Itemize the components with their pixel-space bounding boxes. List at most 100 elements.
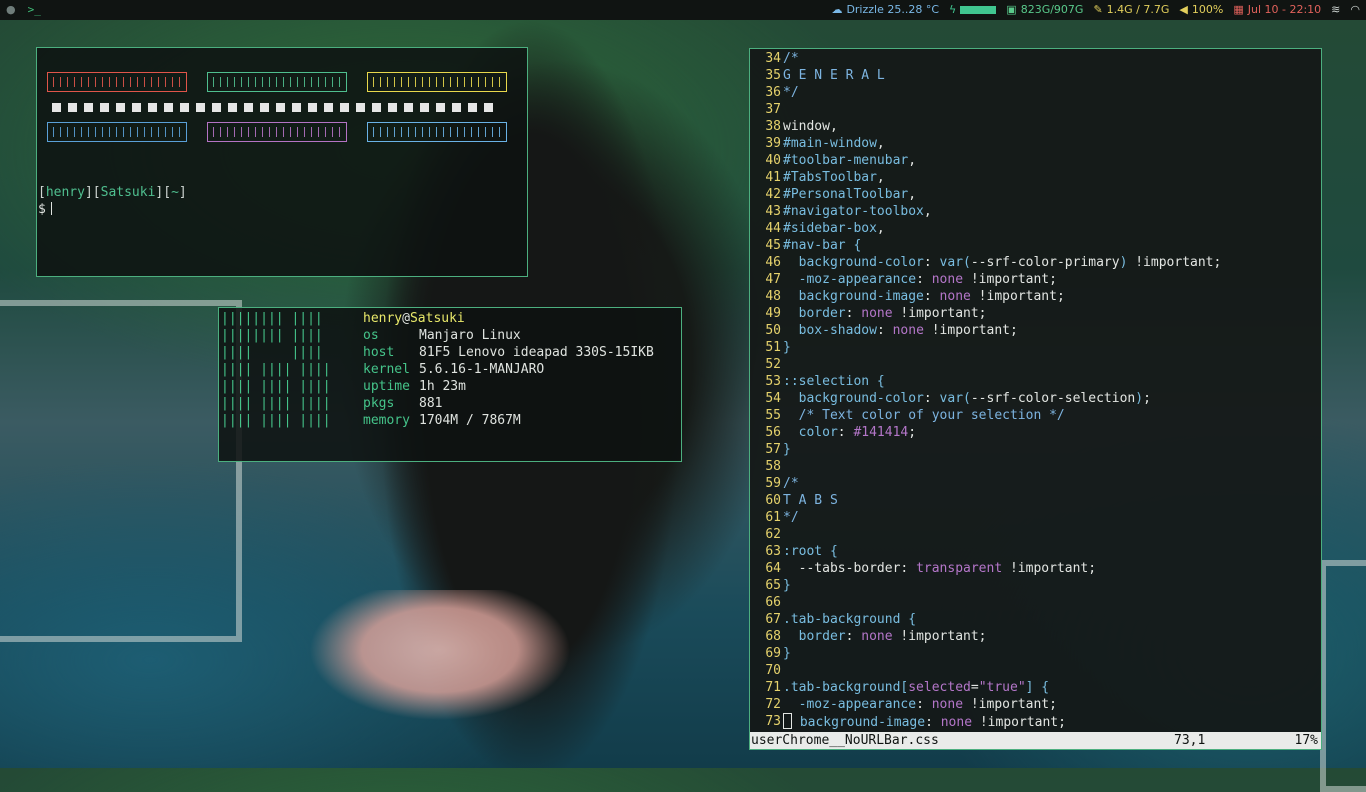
code-line[interactable]: 61 */: [751, 509, 1320, 526]
code-line[interactable]: 63:root {: [751, 543, 1320, 560]
line-number: 41: [765, 170, 781, 185]
code-line[interactable]: 52: [751, 356, 1320, 373]
code-line[interactable]: 36 */: [751, 84, 1320, 101]
wifi-icon[interactable]: ◠: [1350, 3, 1360, 16]
code-line[interactable]: 48 background-image: none !important;: [751, 288, 1320, 305]
code-line[interactable]: 73 background-image: none !important;: [751, 713, 1320, 731]
shell-prompt[interactable]: [henry][Satsuki][~] $: [38, 184, 187, 218]
calendar-icon: ▦: [1233, 3, 1244, 16]
ascii-art-line: |||| |||| ||||: [221, 396, 331, 411]
tray-app-icon[interactable]: ≋: [1331, 3, 1340, 16]
code-token: :root {: [783, 544, 838, 559]
code-token: #navigator-toolbox: [783, 204, 924, 219]
code-line[interactable]: 46 background-color: var(--srf-color-pri…: [751, 254, 1320, 271]
code-line[interactable]: 64 --tabs-border: transparent !important…: [751, 560, 1320, 577]
code-line[interactable]: 60 T A B S: [751, 492, 1320, 509]
code-line[interactable]: 72 -moz-appearance: none !important;: [751, 696, 1320, 713]
terminal-icon[interactable]: >_: [28, 3, 41, 16]
code-line[interactable]: 37: [751, 101, 1320, 118]
sysinfo-user: henry: [363, 311, 403, 326]
code-line[interactable]: 67 .tab-background {: [751, 611, 1320, 628]
code-line[interactable]: 57}: [751, 441, 1320, 458]
code-token: ] {: [1025, 680, 1050, 695]
code-line[interactable]: 34/*: [751, 50, 1320, 67]
line-text: -moz-appearance: none !important;: [783, 696, 1057, 713]
code-token: color: [798, 425, 838, 440]
volume-widget[interactable]: ◀ 100%: [1179, 3, 1223, 16]
sysinfo-key: memory: [363, 413, 410, 428]
code-line[interactable]: 39 #main-window,: [751, 135, 1320, 152]
code-line[interactable]: 65}: [751, 577, 1320, 594]
code-token: -moz-appearance: [798, 272, 917, 287]
code-line[interactable]: 55 /* Text color of your selection */: [751, 407, 1320, 424]
ascii-art-line: |||| ||||: [221, 345, 323, 360]
code-token: /*: [783, 476, 799, 491]
code-token: none: [939, 289, 971, 304]
weather-widget[interactable]: ☁ Drizzle 25..28 °C: [831, 3, 939, 16]
code-token: #PersonalToolbar: [783, 187, 909, 202]
line-number: 57: [765, 442, 781, 457]
code-token: }: [783, 340, 791, 355]
code-token: }: [783, 646, 791, 661]
code-line[interactable]: 68 border: none !important;: [751, 628, 1320, 645]
memory-widget[interactable]: ✎ 1.4G / 7.7G: [1093, 3, 1169, 16]
code-line[interactable]: 59/*: [751, 475, 1320, 492]
code-token: :: [845, 306, 862, 321]
prompt-host: Satsuki: [100, 185, 156, 200]
code-token: ): [1135, 391, 1144, 406]
code-line[interactable]: 66: [751, 594, 1320, 611]
line-number: 43: [765, 204, 781, 219]
code-line[interactable]: 44 #sidebar-box,: [751, 220, 1320, 237]
line-number: 49: [765, 306, 781, 321]
code-line[interactable]: 47 -moz-appearance: none !important;: [751, 271, 1320, 288]
code-line[interactable]: 71 .tab-background[selected="true"] {: [751, 679, 1320, 696]
vim-editor-window[interactable]: 34/* 35 G E N E R A L 36 */37 38 window, 39 #mai…: [749, 48, 1322, 750]
color-block-yellow: [367, 72, 507, 92]
code-line[interactable]: 40 #toolbar-menubar,: [751, 152, 1320, 169]
line-number: 35: [765, 68, 781, 83]
code-line[interactable]: 62: [751, 526, 1320, 543]
workspace-icon[interactable]: ●: [6, 3, 16, 16]
line-number: 66: [765, 595, 781, 610]
code-line[interactable]: 41 #TabsToolbar,: [751, 169, 1320, 186]
code-line[interactable]: 58: [751, 458, 1320, 475]
battery-widget[interactable]: ϟ: [949, 3, 997, 16]
code-token: box-shadow: [798, 323, 877, 338]
line-text: #toolbar-menubar,: [783, 152, 916, 169]
line-number: 69: [765, 646, 781, 661]
code-token: -moz-appearance: [798, 697, 917, 712]
code-line[interactable]: 38 window,: [751, 118, 1320, 135]
sysinfo-key: uptime: [363, 379, 410, 394]
line-text: background-color: var(--srf-color-primar…: [783, 254, 1222, 271]
code-buffer[interactable]: 34/* 35 G E N E R A L 36 */37 38 window, 39 #mai…: [751, 50, 1320, 731]
terminal-window[interactable]: [henry][Satsuki][~] $: [36, 47, 528, 277]
vim-statusline: userChrome__NoURLBar.css 73,1 17%: [750, 732, 1321, 749]
sysinfo-value: Manjaro Linux: [419, 328, 521, 343]
code-line[interactable]: 70: [751, 662, 1320, 679]
code-token: :: [923, 289, 940, 304]
code-line[interactable]: 69}: [751, 645, 1320, 662]
line-text: background-image: none !important;: [783, 288, 1065, 305]
code-line[interactable]: 50 box-shadow: none !important;: [751, 322, 1320, 339]
line-number: 71: [765, 680, 781, 695]
code-token: none: [931, 697, 964, 712]
code-line[interactable]: 45 #nav-bar {: [751, 237, 1320, 254]
line-text: /*: [783, 50, 799, 67]
code-line[interactable]: 51}: [751, 339, 1320, 356]
code-line[interactable]: 49 border: none !important;: [751, 305, 1320, 322]
line-text: #TabsToolbar,: [783, 169, 885, 186]
prompt-dir: ~: [171, 185, 179, 200]
code-line[interactable]: 35 G E N E R A L: [751, 67, 1320, 84]
code-line[interactable]: 56 color: #141414;: [751, 424, 1320, 441]
sysinfo-window[interactable]: |||||||| |||| |||||||| |||| |||| |||| |||| …: [218, 307, 682, 462]
clock-widget[interactable]: ▦ Jul 10 - 22:10: [1233, 3, 1321, 16]
code-line[interactable]: 53::selection {: [751, 373, 1320, 390]
code-token: var(: [939, 255, 971, 270]
disk-widget[interactable]: ▣ 823G/907G: [1006, 3, 1083, 16]
code-token: #nav-bar {: [783, 238, 862, 253]
code-token: border: [798, 306, 846, 321]
code-line[interactable]: 42 #PersonalToolbar,: [751, 186, 1320, 203]
code-line[interactable]: 54 background-color: var(--srf-color-sel…: [751, 390, 1320, 407]
code-line[interactable]: 43 #navigator-toolbox,: [751, 203, 1320, 220]
